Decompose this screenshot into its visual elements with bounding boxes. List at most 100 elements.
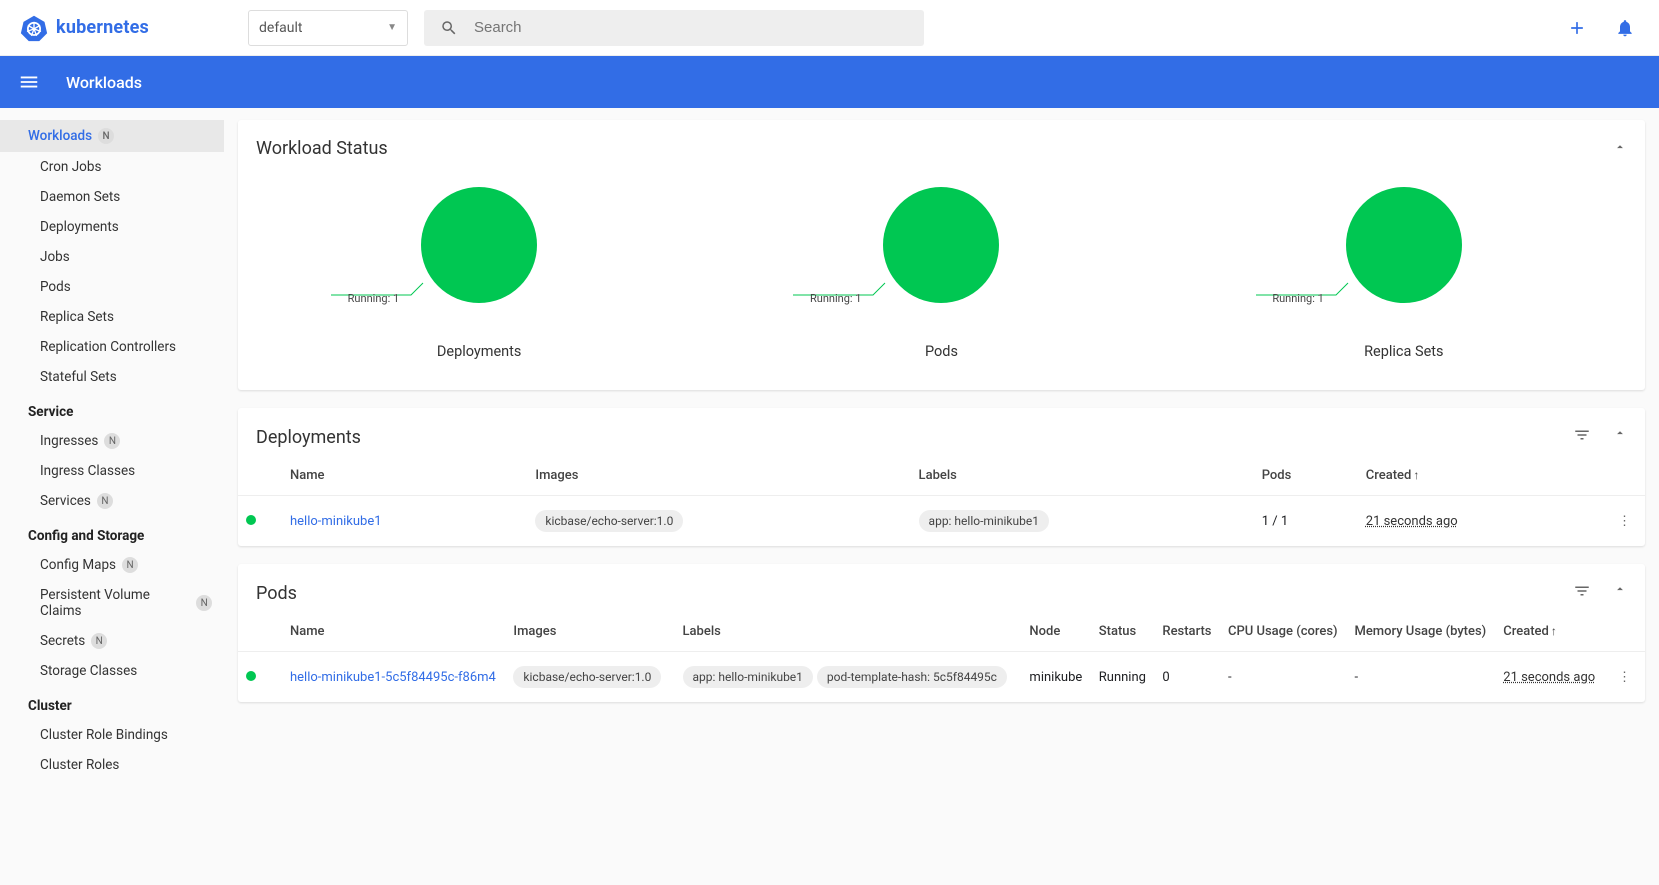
pie-legend: Running: 1 [1272, 292, 1404, 305]
section-header: Workloads [0, 56, 1659, 108]
col-node[interactable]: Node [1021, 612, 1090, 652]
sidebar-item[interactable]: Replica Sets [0, 302, 224, 332]
sidebar-item[interactable]: Daemon Sets [0, 182, 224, 212]
table-row: hello-minikube1-5c5f84495c-f86m4 kicbase/… [238, 652, 1645, 703]
search-input[interactable] [474, 19, 908, 36]
status-dot [246, 671, 256, 681]
col-created[interactable]: Created↑ [1495, 612, 1604, 652]
kubernetes-logo-icon [20, 14, 48, 42]
menu-toggle[interactable] [10, 63, 48, 101]
collapse-button[interactable] [1613, 140, 1627, 158]
image-chip: kicbase/echo-server:1.0 [535, 510, 683, 532]
status-chart: Running: 1Deployments [421, 187, 537, 360]
namespace-badge: N [97, 493, 113, 509]
sidebar-item-label: Workloads [28, 128, 92, 144]
sidebar-item[interactable]: SecretsN [0, 626, 224, 656]
label-chip: pod-template-hash: 5c5f84495c [817, 666, 1007, 688]
brand-block: kubernetes [8, 14, 248, 42]
bell-icon [1615, 18, 1635, 38]
filter-icon [1573, 426, 1591, 444]
topbar-actions [1551, 18, 1651, 38]
sidebar-item[interactable]: Pods [0, 272, 224, 302]
col-labels[interactable]: Labels [675, 612, 1022, 652]
search-box[interactable] [424, 10, 924, 46]
sidebar-group-header[interactable]: Config and Storage [0, 516, 224, 550]
chevron-up-icon [1613, 582, 1627, 596]
col-images[interactable]: Images [527, 456, 910, 496]
sidebar-item[interactable]: Replication Controllers [0, 332, 224, 362]
col-created[interactable]: Created↑ [1358, 456, 1604, 496]
pie-legend: Running: 1 [810, 292, 942, 305]
sidebar-item[interactable]: Cron Jobs [0, 152, 224, 182]
notifications-button[interactable] [1615, 18, 1635, 38]
search-icon [440, 19, 458, 37]
namespace-badge: N [104, 433, 120, 449]
status-chart: Running: 1Pods [883, 187, 999, 360]
image-chip: kicbase/echo-server:1.0 [513, 666, 661, 688]
label-chip: app: hello-minikube1 [919, 510, 1049, 532]
sidebar-group-header[interactable]: Service [0, 392, 224, 426]
chevron-up-icon [1613, 140, 1627, 154]
top-bar: kubernetes default ▼ [0, 0, 1659, 56]
hamburger-icon [18, 71, 40, 93]
pods-count: 1 / 1 [1254, 496, 1358, 547]
mem-usage: - [1346, 652, 1495, 703]
sidebar-item[interactable]: IngressesN [0, 426, 224, 456]
resource-link[interactable]: hello-minikube1-5c5f84495c-f86m4 [290, 670, 496, 685]
namespace-badge: N [122, 557, 138, 573]
sidebar-item[interactable]: Cluster Roles [0, 750, 224, 780]
status-label: Pods [925, 343, 958, 360]
collapse-button[interactable] [1613, 582, 1627, 604]
resource-link[interactable]: hello-minikube1 [290, 514, 382, 529]
plus-icon [1567, 18, 1587, 38]
sidebar-item[interactable]: Cluster Role Bindings [0, 720, 224, 750]
sidebar-item[interactable]: Storage Classes [0, 656, 224, 686]
create-button[interactable] [1567, 18, 1587, 38]
col-pods[interactable]: Pods [1254, 456, 1358, 496]
sidebar-item[interactable]: Ingress Classes [0, 456, 224, 486]
sidebar-item[interactable]: Persistent Volume ClaimsN [0, 580, 224, 626]
col-images[interactable]: Images [505, 612, 674, 652]
workload-status-card: Workload Status Running: 1Deployments Run… [238, 120, 1645, 390]
namespace-badge: N [98, 128, 114, 144]
col-restarts[interactable]: Restarts [1154, 612, 1220, 652]
namespace-badge: N [91, 633, 107, 649]
namespace-selector[interactable]: default ▼ [248, 10, 408, 46]
filter-button[interactable] [1573, 582, 1591, 604]
cpu-usage: - [1220, 652, 1347, 703]
sidebar-item-workloads[interactable]: Workloads N [0, 120, 224, 152]
col-status[interactable]: Status [1091, 612, 1155, 652]
created-time: 21 seconds ago [1366, 514, 1458, 529]
row-menu-button[interactable]: ⋮ [1612, 514, 1637, 529]
namespace-value: default [259, 20, 303, 36]
created-time: 21 seconds ago [1503, 670, 1595, 685]
sidebar-group-header[interactable]: Cluster [0, 686, 224, 720]
namespace-badge: N [196, 595, 212, 611]
card-title: Pods [256, 583, 1573, 604]
row-menu-button[interactable]: ⋮ [1612, 670, 1637, 685]
collapse-button[interactable] [1613, 426, 1627, 448]
card-title: Workload Status [256, 138, 1613, 159]
col-name[interactable]: Name [282, 612, 505, 652]
col-labels[interactable]: Labels [911, 456, 1254, 496]
content-area: Workload Status Running: 1Deployments Run… [224, 108, 1659, 800]
chevron-up-icon [1613, 426, 1627, 440]
pods-table: Name Images Labels Node Status Restarts … [238, 612, 1645, 702]
sidebar-item[interactable]: ServicesN [0, 486, 224, 516]
col-mem[interactable]: Memory Usage (bytes) [1346, 612, 1495, 652]
status-dot [246, 515, 256, 525]
sidebar-item[interactable]: Deployments [0, 212, 224, 242]
sidebar: Workloads N Cron JobsDaemon SetsDeployme… [0, 108, 224, 800]
sidebar-item[interactable]: Config MapsN [0, 550, 224, 580]
sidebar-item[interactable]: Jobs [0, 242, 224, 272]
label-chip: app: hello-minikube1 [683, 666, 813, 688]
status-label: Replica Sets [1364, 343, 1443, 360]
sidebar-item[interactable]: Stateful Sets [0, 362, 224, 392]
col-name[interactable]: Name [282, 456, 527, 496]
status-chart: Running: 1Replica Sets [1346, 187, 1462, 360]
table-row: hello-minikube1 kicbase/echo-server:1.0 ap… [238, 496, 1645, 547]
section-title: Workloads [66, 73, 142, 92]
filter-button[interactable] [1573, 426, 1591, 448]
deployments-table: Name Images Labels Pods Created↑ hello-m… [238, 456, 1645, 546]
col-cpu[interactable]: CPU Usage (cores) [1220, 612, 1347, 652]
